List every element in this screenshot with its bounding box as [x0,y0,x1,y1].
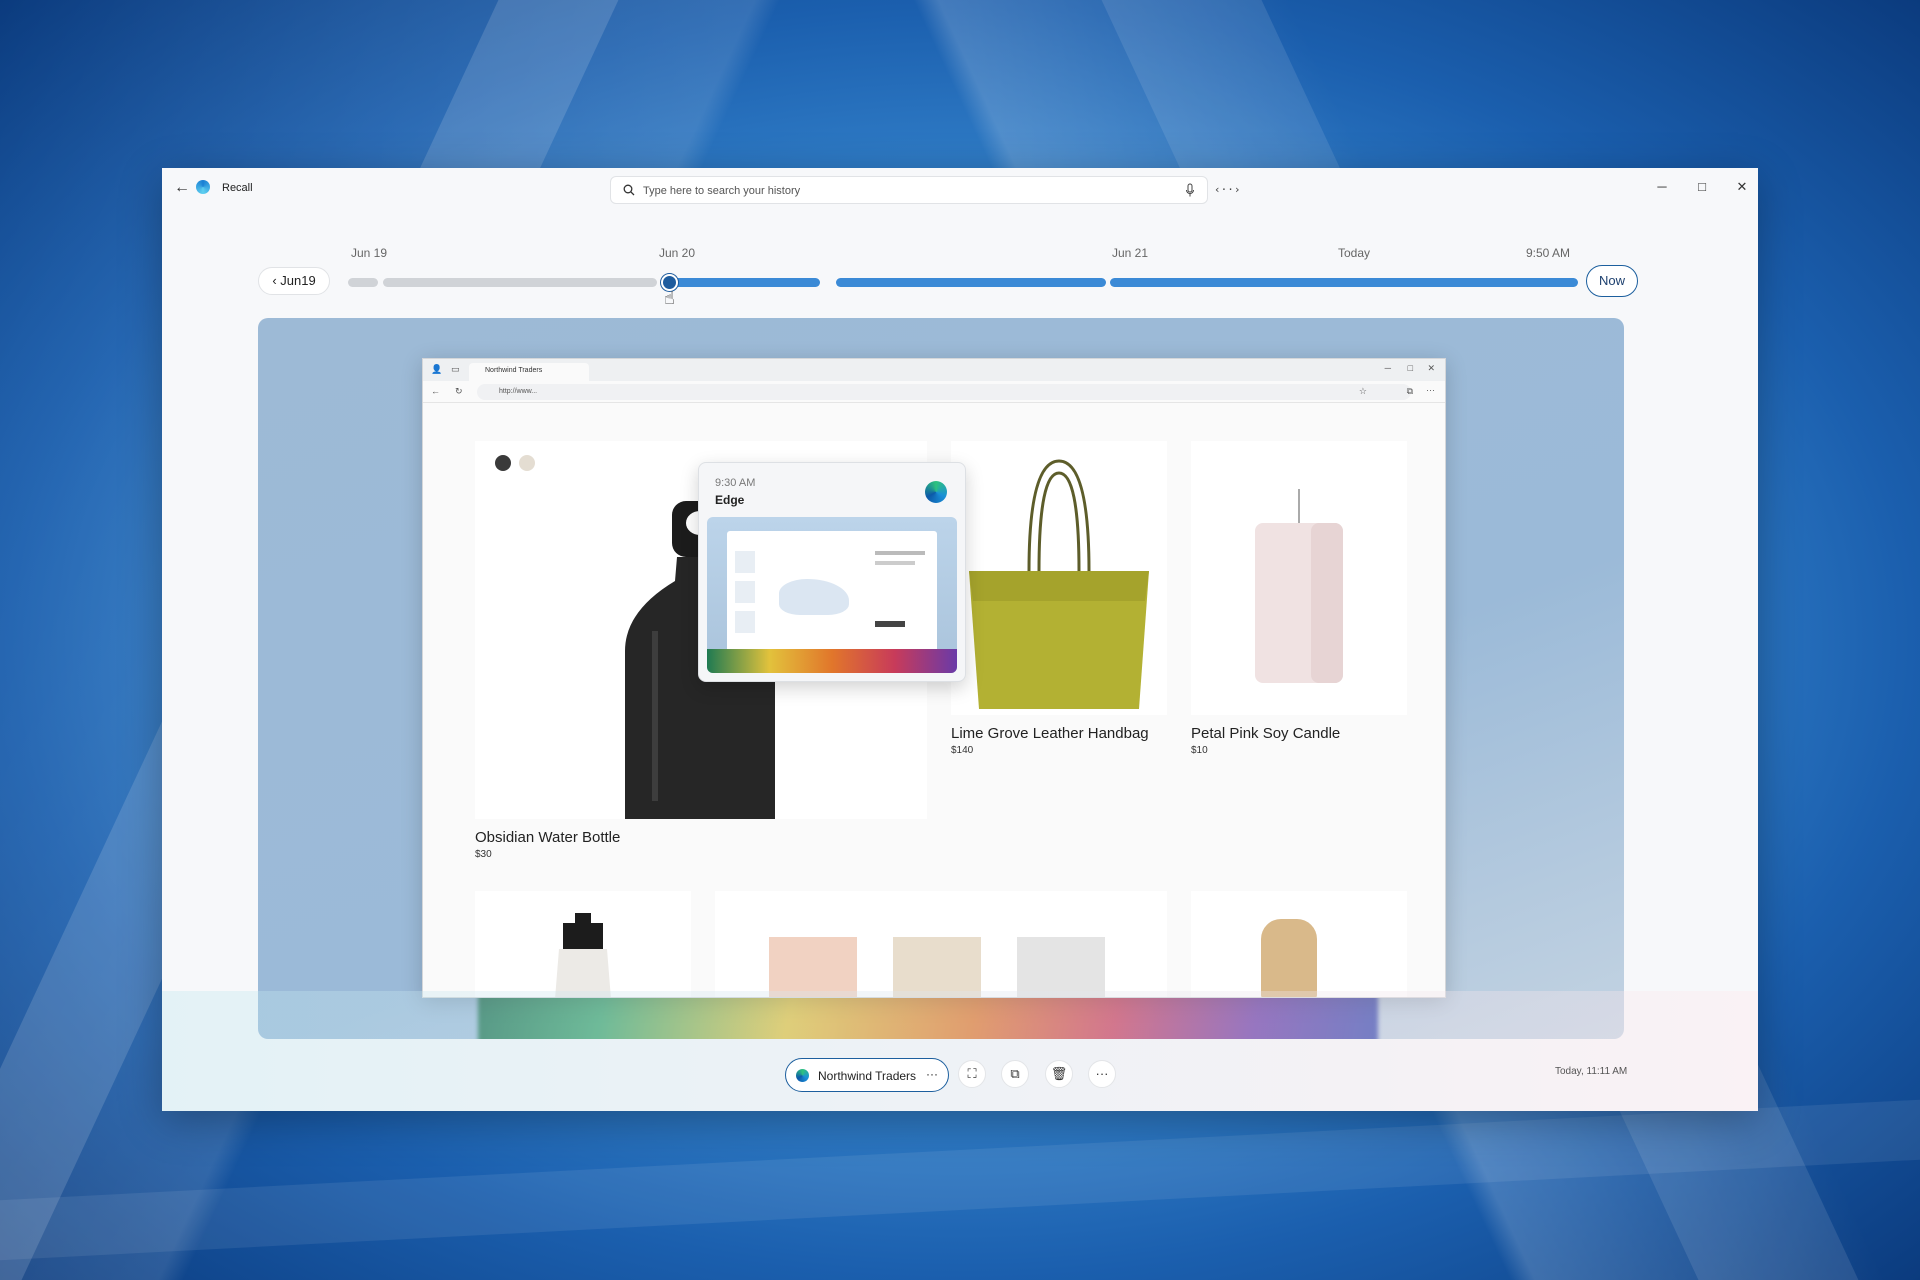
edge-logo-icon [925,481,947,503]
now-button[interactable]: Now [1586,265,1638,297]
product-card [475,891,691,997]
close-button[interactable]: ✕ [1730,176,1754,198]
title-bar: ← Recall ‹··› ─ □ ✕ [162,168,1758,208]
thumbnail-shoe [735,581,755,603]
app-title: Recall [222,182,253,194]
product-card [951,441,1167,715]
search-icon [623,184,635,196]
thumbnail-text [875,621,905,627]
pump-bottle-image [555,913,611,997]
browser-more-icon: ··· [1426,385,1435,395]
soap-image [769,937,857,997]
more-icon[interactable]: ··· [926,1067,938,1081]
star-icon: ☆ [1358,386,1367,396]
site-pill-button[interactable]: Northwind Traders ··· [785,1058,949,1092]
product-card [715,891,1167,997]
product-card [1191,891,1407,997]
thumbnail-text [875,551,925,555]
soap-image [893,937,981,997]
soap-image [1017,937,1105,997]
timeline-label: Jun 19 [351,246,388,260]
browser-toolbar: ← ↻ http://www... ☆ ⧉ ··· [423,381,1445,403]
browser-tab-bar: 👤 ▭ Northwind Traders ─ □ ✕ [423,359,1445,381]
address-bar: http://www... [477,384,1411,400]
popup-time: 9:30 AM [715,477,756,489]
product-card [1191,441,1407,715]
background-ray [0,1099,1920,1261]
search-box[interactable] [610,176,1208,204]
delete-button[interactable]: 🗑 [1045,1060,1073,1088]
minimize-button[interactable]: ─ [1650,176,1674,198]
product-name: Petal Pink Soy Candle [1191,725,1341,742]
edge-logo-icon [796,1069,809,1082]
timeline-label: Jun 20 [659,246,696,260]
timeline-label: Today [1338,246,1371,260]
thumbnail-shoe [735,611,755,633]
browser-minimize-icon: ─ [1384,363,1391,373]
timeline-label: 9:50 AM [1526,246,1571,260]
tabs-icon: ▭ [451,364,460,374]
more-actions-button[interactable]: ··· [1088,1060,1116,1088]
screenshot-icon: ⛶ [967,1066,977,1081]
brush-image [1261,919,1317,997]
copy-icon: ⧉ [1010,1066,1020,1081]
snapshot-timestamp: Today, 11:11 AM [1555,1066,1628,1077]
browser-maximize-icon: □ [1407,363,1413,373]
profile-icon: 👤 [431,364,443,374]
thumbnail-wallpaper [707,649,957,673]
product-name: Obsidian Water Bottle [475,829,621,846]
popup-thumbnail[interactable] [707,517,957,673]
timeline-label: Jun 21 [1112,246,1149,260]
thumbnail-shoe [735,551,755,573]
recall-window: ← Recall ‹··› ─ □ ✕ Jun 19 Jun 20 Jun 21… [162,168,1758,1111]
bottom-action-bar: Northwind Traders ··· ⛶ ⧉ 🗑 ··· Today, 1… [162,1048,1758,1098]
recall-logo-icon [196,180,210,194]
product-price: $140 [951,745,974,756]
pointer-cursor-icon: ☝ [664,288,675,308]
browser-close-icon: ✕ [1427,363,1435,373]
maximize-button[interactable]: □ [1690,176,1714,198]
previous-day-label: Jun19 [280,273,316,288]
thumbnail-text [875,561,915,565]
color-swatch [519,455,535,471]
more-options-button[interactable]: ‹··› [1214,178,1241,202]
handbag-image [969,459,1149,709]
timeline-popup[interactable]: 9:30 AM Edge [698,462,966,682]
back-arrow-icon[interactable]: ← [172,178,192,198]
timeline-segment[interactable] [836,278,1106,287]
product-name: Lime Grove Leather Handbag [951,725,1149,742]
copy-button[interactable]: ⧉ [1001,1060,1029,1088]
browser-tab: Northwind Traders [469,363,589,381]
candle-image [1255,489,1343,683]
search-input[interactable] [643,181,1163,201]
previous-day-button[interactable]: ‹ Jun19 [258,267,330,295]
timeline-segment[interactable] [348,278,378,287]
collections-icon: ⧉ [1406,386,1413,396]
product-price: $30 [475,849,492,860]
microphone-icon[interactable] [1185,183,1195,198]
thumbnail-shoe [779,579,849,615]
more-icon: ··· [1095,1066,1109,1081]
refresh-icon: ↻ [455,386,463,396]
thumbnail-page [727,531,937,659]
timeline-segment[interactable] [1110,278,1578,287]
color-swatch [495,455,511,471]
popup-app-name: Edge [715,493,745,507]
product-price: $10 [1191,745,1208,756]
screenshot-button[interactable]: ⛶ [958,1060,986,1088]
timeline-segment[interactable] [668,278,820,287]
timeline-segment[interactable] [383,278,657,287]
site-pill-label: Northwind Traders [818,1069,917,1083]
browser-back-icon: ← [431,386,440,396]
delete-icon: 🗑 [1050,1066,1068,1081]
